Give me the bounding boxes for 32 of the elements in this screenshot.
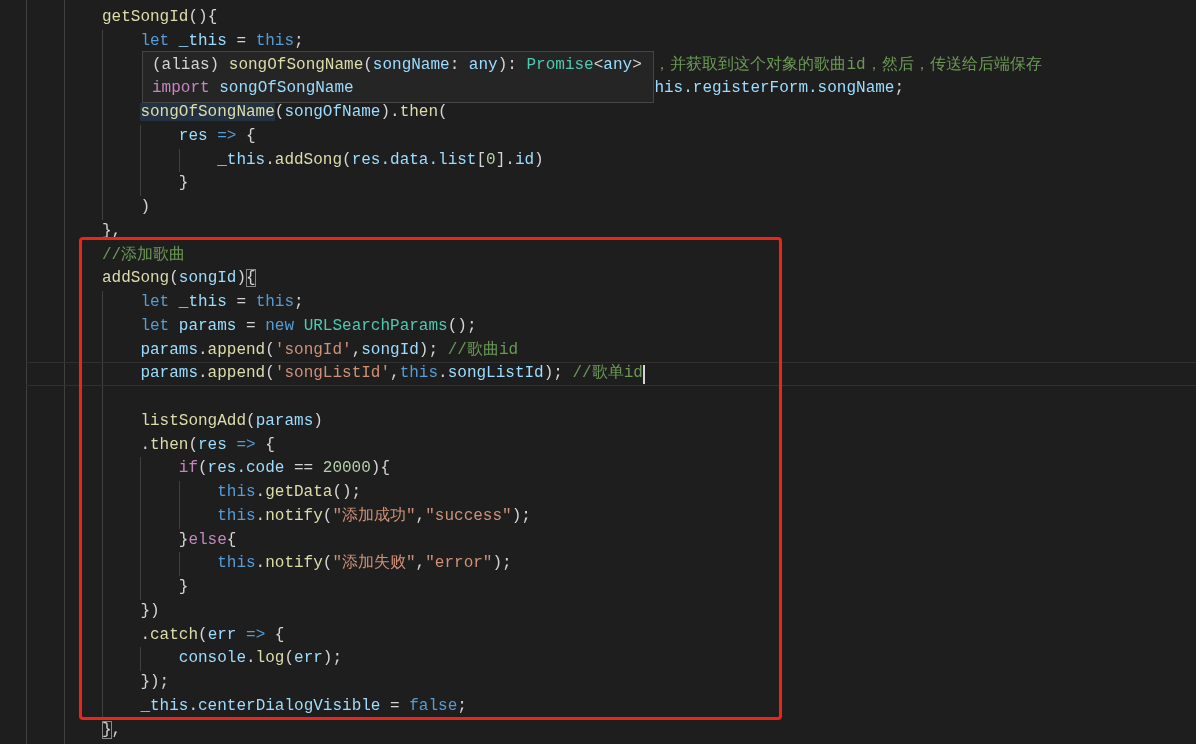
code-line: }else{ — [178, 529, 237, 551]
code-line: }) — [140, 600, 160, 622]
code-line: params.append('songListId',this.songListId); //歌单id — [140, 363, 643, 385]
code-line: .catch(err => { — [140, 624, 285, 646]
code-line: let _this = this; — [140, 292, 304, 313]
code-line: .then(res => { — [140, 434, 275, 456]
code-line: }, — [102, 719, 122, 741]
code-line: } — [178, 173, 189, 195]
code-line: res => { — [178, 125, 256, 147]
code-line: _this.centerDialogVisible = false; — [140, 695, 467, 717]
code-line: listSongAdd(params) — [140, 410, 323, 432]
code-line: ) — [140, 197, 150, 218]
code-line: this.getData(); — [217, 482, 362, 503]
code-line: _this.addSong(res.data.list[0].id) — [217, 149, 544, 171]
code-line: this.notify("添加失败","error"); — [217, 553, 512, 575]
code-line: params.append('songId',songId); //歌曲id — [140, 339, 519, 361]
text-cursor — [642, 364, 645, 384]
code-line: console.log(err); — [178, 648, 343, 670]
code-line: getSongId(){ — [102, 7, 218, 28]
code-line: let _this = this; — [140, 30, 304, 52]
code-line: addSong(songId){ — [102, 268, 256, 290]
code-line: if(res.code == 20000){ — [178, 458, 391, 480]
code-line: let params = new URLSearchParams(); — [140, 315, 477, 337]
tooltip-line: (alias) songOfSongName(songName: any): Promise<any> — [152, 55, 643, 76]
code-line: songOfSongName(songOfName).then( — [140, 102, 448, 123]
tooltip-line: import songOfSongName — [152, 78, 355, 99]
code-line: //添加歌曲 — [102, 244, 186, 266]
code-line: }); — [140, 672, 170, 693]
code-line: this.notify("添加成功","success"); — [217, 505, 531, 527]
code-line: } — [178, 577, 189, 598]
code-line: his.registerForm.songName; — [654, 78, 905, 100]
code-line: ，并获取到这个对象的歌曲id，然后，传送给后端保存 — [654, 54, 1042, 76]
